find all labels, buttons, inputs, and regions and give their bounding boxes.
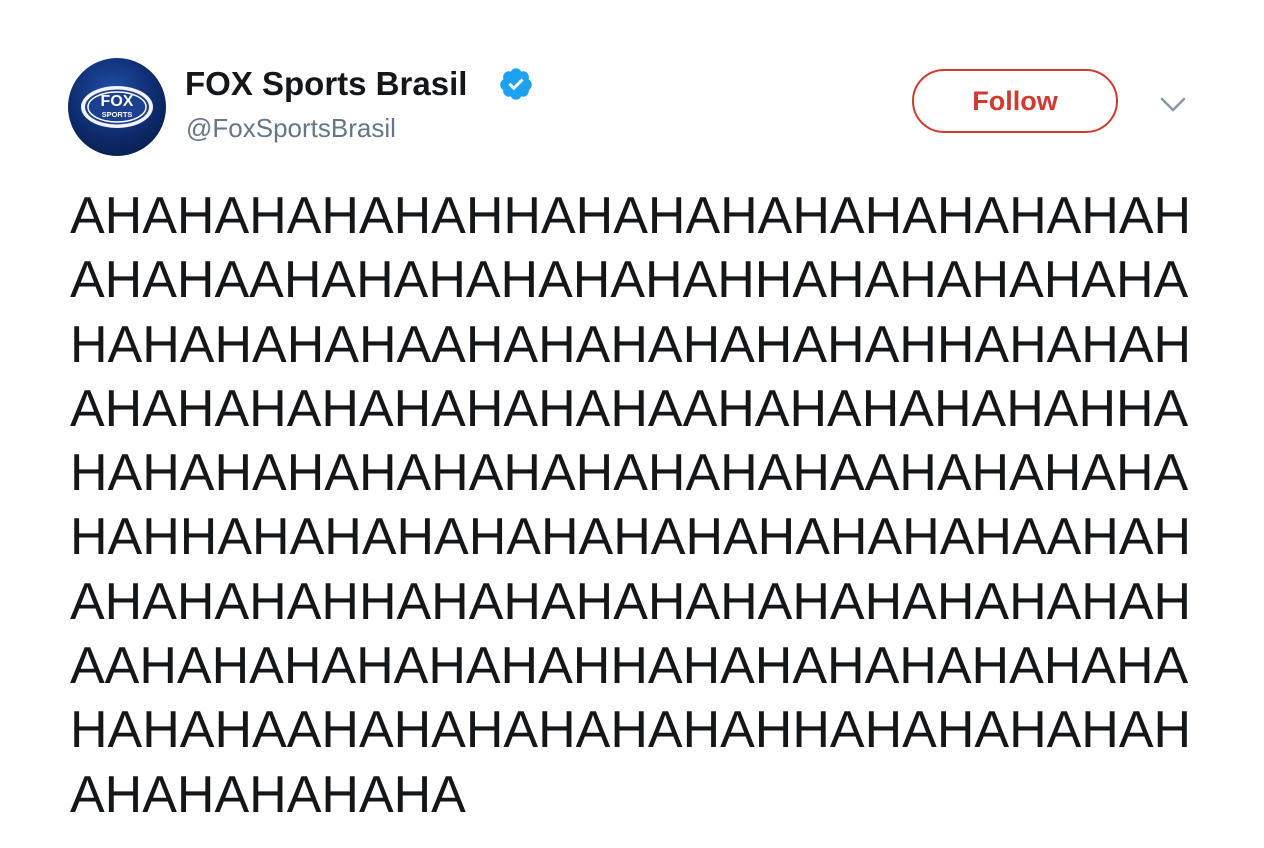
tweet-text-line: AHAHAHAHAHA <box>70 765 466 824</box>
tweet-text-line: AHAHAHAHAHAHAHAHAAHAHAHAHAHAHHA <box>70 379 1189 438</box>
tweet-text-line: AHAHAAHAHAHAHAHAHAHHAHAHAHAHAHA <box>70 251 1189 310</box>
tweet-text-line: AHAHAHAHHAHAHAHAHAHAHAHAHAHAHAH <box>70 572 1192 631</box>
svg-text:SPORTS: SPORTS <box>102 110 133 119</box>
chevron-down-icon[interactable] <box>1158 92 1188 116</box>
avatar[interactable]: FOX SPORTS <box>68 58 166 156</box>
verified-badge-icon <box>500 68 532 100</box>
tweet-text-line: HAHHAHAHAHAHAHAHAHAHAHAHAHAAHAH <box>70 508 1192 567</box>
account-handle[interactable]: @FoxSportsBrasil <box>186 110 396 146</box>
tweet-text-line: HAHAHAHAHAHAHAHAHAHAHAAHAHAHAHA <box>70 444 1189 503</box>
tweet-text-line: HAHAHAAHAHAHAHAHAHAHHAHAHAHAHAH <box>70 701 1192 760</box>
tweet-text: AHAHAHAHAHAHHAHAHAHAHAHAHAHAHAH AHAHAAHA… <box>70 184 1192 827</box>
tweet-text-line: AHAHAHAHAHAHHAHAHAHAHAHAHAHAHAH <box>70 187 1192 245</box>
svg-text:FOX: FOX <box>101 93 134 110</box>
tweet-text-line: HAHAHAHAHAAHAHAHAHAHAHAHHAHAHAH <box>70 315 1192 374</box>
follow-button[interactable]: Follow <box>912 69 1118 133</box>
fox-sports-logo: FOX SPORTS <box>81 86 153 128</box>
tweet-text-line: AAHAHAHAHAHAHAHHAHAHAHAHAHAHAHA <box>70 637 1189 696</box>
tweet-card: FOX SPORTS FOX Sports Brasil @FoxSportsB… <box>0 0 1264 848</box>
display-name[interactable]: FOX Sports Brasil <box>185 62 467 106</box>
